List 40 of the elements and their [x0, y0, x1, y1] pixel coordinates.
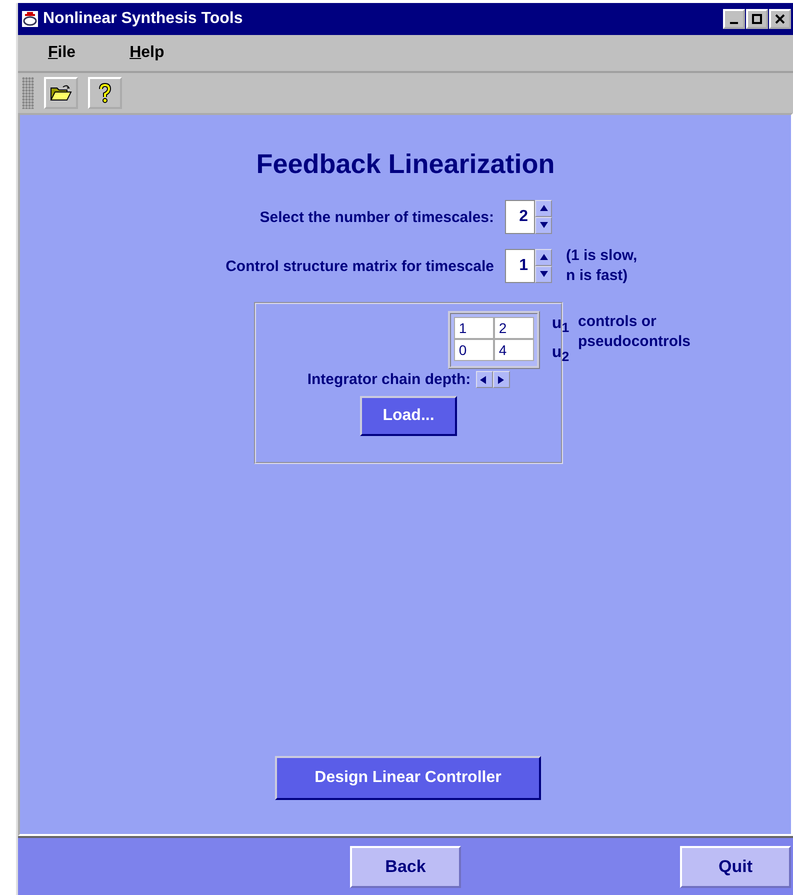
quit-button[interactable]: Quit: [680, 846, 791, 888]
back-button[interactable]: Back: [350, 846, 461, 888]
arrow-right-button[interactable]: [492, 371, 510, 388]
arrow-down-button[interactable]: [535, 217, 552, 234]
toolbar-grip[interactable]: [22, 77, 34, 109]
menu-item[interactable]: Help: [130, 44, 164, 62]
window-title: Nonlinear Synthesis Tools: [43, 10, 244, 28]
arrow-up-button[interactable]: [535, 249, 552, 266]
page-heading: Feedback Linearization: [255, 149, 556, 180]
table-cell[interactable]: 1: [454, 317, 494, 339]
row-label: u$_{1}$: [552, 314, 570, 338]
maximize-icon: [752, 14, 762, 24]
arrow-up-button[interactable]: [535, 200, 552, 217]
menu-item[interactable]: File: [48, 44, 76, 62]
form-label: Control structure matrix for timescale: [224, 258, 495, 274]
close-button[interactable]: [769, 9, 791, 29]
maximize-button[interactable]: [746, 9, 768, 29]
close-icon: [775, 14, 785, 24]
arrow-left-button[interactable]: [476, 371, 493, 388]
help-button[interactable]: [88, 77, 122, 109]
table-cell[interactable]: 2: [494, 317, 534, 339]
form-label: Select the number of timescales:: [258, 208, 495, 226]
hint-text: (1 is slow, n is fast): [566, 246, 638, 286]
row-label: u$_{2}$: [552, 343, 570, 366]
hint-text: controls or pseudocontrols: [578, 312, 691, 352]
matrix-table[interactable]: 1 2 0 4: [448, 311, 540, 370]
question-mark-icon: [98, 83, 112, 103]
folder-icon: [50, 84, 72, 102]
minimize-icon: [730, 22, 738, 24]
table-cell[interactable]: 4: [494, 339, 534, 361]
load-button[interactable]: Load...: [360, 396, 457, 436]
app-icon: [21, 10, 39, 28]
design-button[interactable]: Design Linear Controller: [275, 756, 541, 800]
table-cell[interactable]: 0: [454, 339, 494, 361]
number-field[interactable]: 1: [505, 249, 535, 283]
minimize-button[interactable]: [723, 9, 745, 29]
open-button[interactable]: [44, 77, 78, 109]
form-label: Integrator chain depth:: [307, 371, 471, 388]
number-field[interactable]: 2: [505, 200, 535, 234]
arrow-down-button[interactable]: [535, 266, 552, 283]
